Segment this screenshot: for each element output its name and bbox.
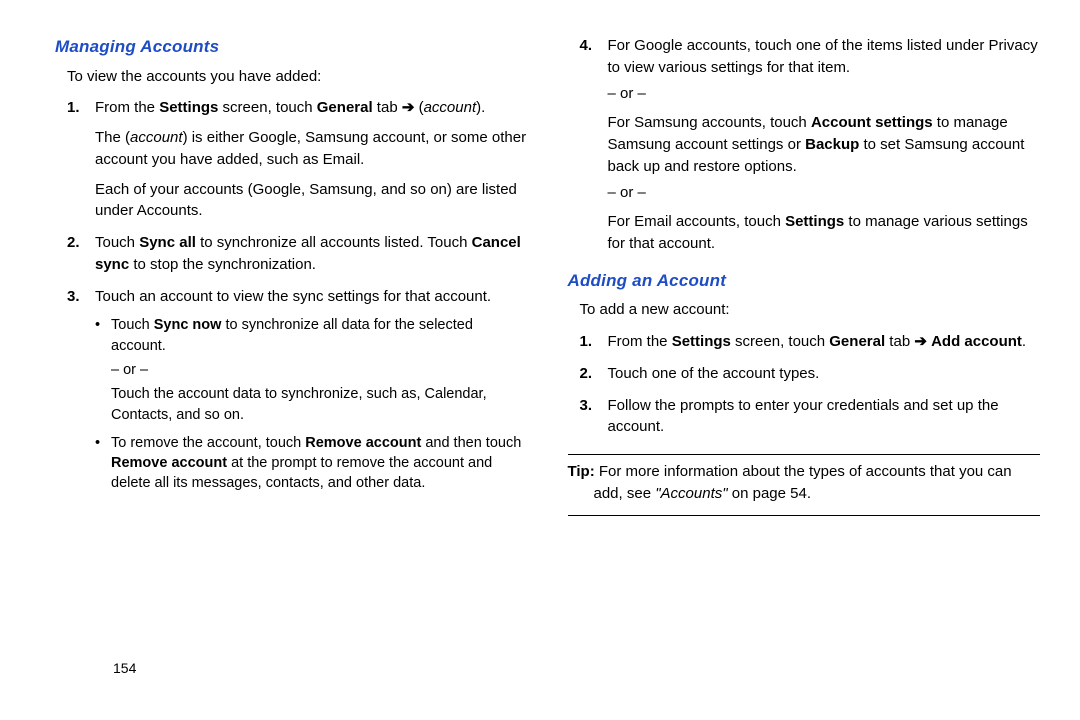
heading-managing-accounts: Managing Accounts (55, 35, 528, 60)
right-column: 4. For Google accounts, touch one of the… (568, 35, 1041, 516)
heading-adding-account: Adding an Account (568, 269, 1041, 294)
t: to stop the synchronization. (129, 256, 316, 273)
t: tab (885, 333, 914, 350)
step-para: Each of your accounts (Google, Samsung, … (95, 179, 528, 223)
t: screen, touch (218, 99, 316, 116)
step-para: The (account) is either Google, Samsung … (95, 127, 528, 171)
arrow-icon: ➔ (402, 99, 415, 116)
step-number: 3. (580, 395, 593, 417)
two-column-layout: Managing Accounts To view the accounts y… (55, 35, 1040, 516)
t: For Email accounts, touch (608, 213, 786, 230)
t: "Accounts" (655, 485, 727, 502)
t: Touch (95, 234, 139, 251)
step-number: 1. (67, 97, 80, 119)
step-number: 2. (67, 232, 80, 254)
page-number: 154 (113, 658, 136, 678)
t: screen, touch (731, 333, 829, 350)
step-4: 4. For Google accounts, touch one of the… (580, 35, 1041, 255)
bullet-item: To remove the account, touch Remove acco… (95, 433, 528, 494)
t: on page 54. (728, 485, 811, 502)
bullet-sub: Touch the account data to synchronize, s… (111, 384, 528, 425)
t: Settings (785, 213, 844, 230)
or-divider: – or – (111, 360, 528, 380)
t: and then touch (421, 435, 521, 451)
step-number: 4. (580, 35, 593, 57)
step-text: From the Settings screen, touch General … (608, 333, 1027, 350)
step-number: 1. (580, 331, 593, 353)
intro-text: To view the accounts you have added: (67, 66, 528, 88)
step-text: Touch Sync all to synchronize all accoun… (95, 234, 521, 273)
or-divider: – or – (608, 83, 1041, 105)
step-text: For Google accounts, touch one of the it… (608, 37, 1038, 76)
t: Touch (111, 317, 154, 333)
step-text: From the Settings screen, touch General … (95, 99, 485, 116)
t: Sync all (139, 234, 196, 251)
manual-page: Managing Accounts To view the accounts y… (55, 35, 1040, 700)
step-para: For Samsung accounts, touch Account sett… (608, 112, 1041, 177)
t: account (130, 129, 183, 146)
step-text: Follow the prompts to enter your credent… (608, 397, 999, 436)
t: From the (608, 333, 672, 350)
t: General (317, 99, 373, 116)
t: From the (95, 99, 159, 116)
t: Settings (159, 99, 218, 116)
step-3: 3. Touch an account to view the sync set… (67, 286, 528, 494)
t: account (424, 99, 477, 116)
bullet-list: Touch Sync now to synchronize all data f… (95, 315, 528, 493)
t: Remove account (111, 455, 227, 471)
t: Add account (931, 333, 1022, 350)
step-2: 2. Touch Sync all to synchronize all acc… (67, 232, 528, 276)
t: Sync now (154, 317, 222, 333)
step-text: Touch one of the account types. (608, 365, 820, 382)
step-para: For Email accounts, touch Settings to ma… (608, 211, 1041, 255)
or-divider: – or – (608, 182, 1041, 204)
t: Backup (805, 136, 859, 153)
t: Tip: (568, 463, 595, 480)
left-column: Managing Accounts To view the accounts y… (55, 35, 528, 516)
numbered-list: 1. From the Settings screen, touch Gener… (67, 97, 528, 493)
t: The ( (95, 129, 130, 146)
t: ). (476, 99, 485, 116)
intro-text: To add a new account: (580, 299, 1041, 321)
t: Settings (672, 333, 731, 350)
step-number: 3. (67, 286, 80, 308)
t: General (829, 333, 885, 350)
numbered-list-add: 1. From the Settings screen, touch Gener… (580, 331, 1041, 438)
t: Remove account (305, 435, 421, 451)
t: tab (373, 99, 402, 116)
t: . (1022, 333, 1026, 350)
t: For Samsung accounts, touch (608, 114, 811, 131)
arrow-icon: ➔ (914, 333, 927, 350)
step-1: 1. From the Settings screen, touch Gener… (67, 97, 528, 222)
t: Account settings (811, 114, 933, 131)
numbered-list-cont: 4. For Google accounts, touch one of the… (580, 35, 1041, 255)
step-text: Touch an account to view the sync settin… (95, 288, 491, 305)
t: To remove the account, touch (111, 435, 305, 451)
add-step-3: 3. Follow the prompts to enter your cred… (580, 395, 1041, 439)
add-step-1: 1. From the Settings screen, touch Gener… (580, 331, 1041, 353)
t: to synchronize all accounts listed. Touc… (196, 234, 472, 251)
tip-text: Tip: For more information about the type… (568, 461, 1041, 505)
step-number: 2. (580, 363, 593, 385)
tip-box: Tip: For more information about the type… (568, 454, 1041, 516)
add-step-2: 2. Touch one of the account types. (580, 363, 1041, 385)
bullet-item: Touch Sync now to synchronize all data f… (95, 315, 528, 424)
